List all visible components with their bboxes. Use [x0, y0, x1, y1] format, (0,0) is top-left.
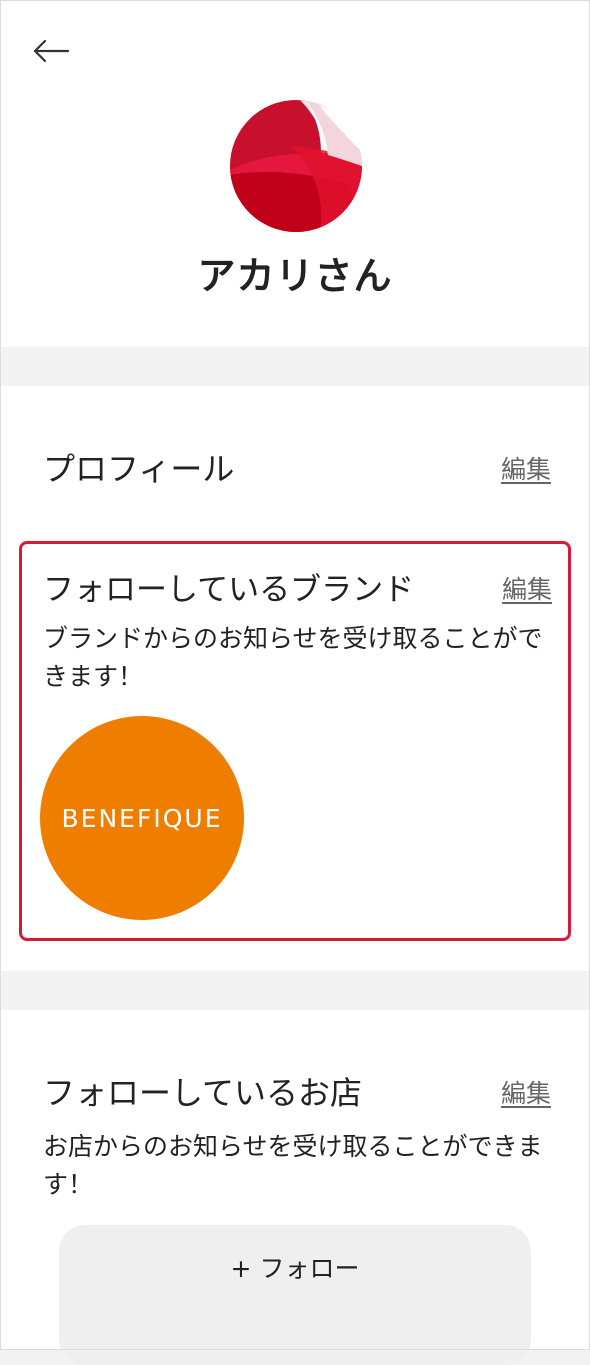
profile-header: アカリさん [1, 1, 589, 347]
profile-title: プロフィール [43, 450, 235, 488]
followed-stores-section: フォローしているお店 編集 お店からのお知らせを受け取ることができます！ + フ… [1, 1010, 589, 1365]
follow-store-button-label: + フォロー [230, 1254, 360, 1283]
profile-section: プロフィール 編集 フォローしているブランド 編集 ブランドからのお知らせを受け… [1, 386, 589, 971]
avatar [230, 100, 362, 232]
followed-stores-edit-link[interactable]: 編集 [501, 1074, 551, 1110]
followed-brands-description: ブランドからのお知らせを受け取ることができます！ [43, 624, 543, 691]
profile-edit-link[interactable]: 編集 [501, 450, 551, 486]
followed-stores-title: フォローしているお店 [43, 1074, 363, 1112]
brand-item-benefique[interactable]: BENEFIQUE [40, 716, 244, 920]
back-button[interactable] [31, 33, 71, 69]
followed-brands-panel: フォローしているブランド 編集 ブランドからのお知らせを受け取ることができます！… [19, 541, 571, 941]
followed-brands-title: フォローしているブランド [43, 572, 415, 608]
follow-store-button[interactable]: + フォロー [59, 1225, 531, 1365]
user-name: アカリさん [197, 254, 393, 298]
followed-stores-description: お店からのお知らせを受け取ることができます！ [43, 1132, 543, 1199]
brand-logo-text: BENEFIQUE [61, 803, 223, 833]
followed-brands-edit-link[interactable]: 編集 [502, 570, 552, 606]
arrow-left-icon [33, 39, 70, 63]
